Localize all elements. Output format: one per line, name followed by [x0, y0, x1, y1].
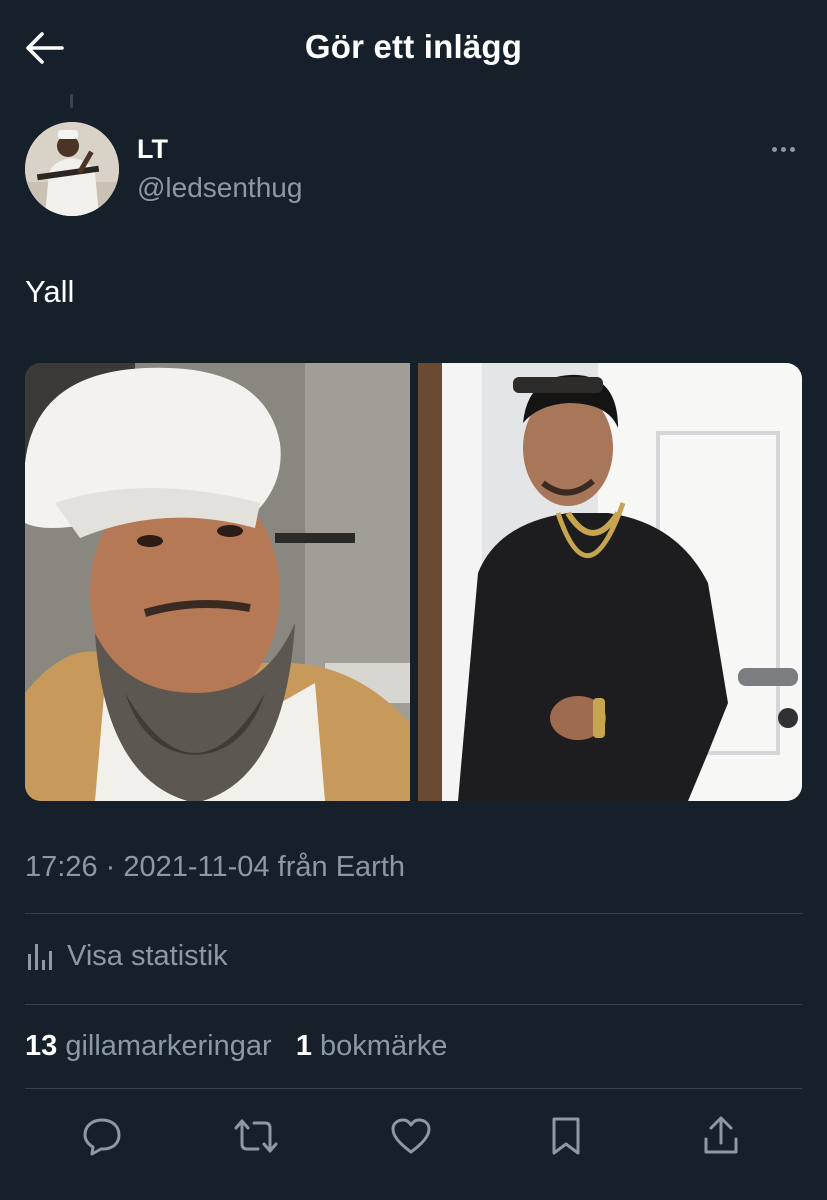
author-name[interactable]: LT [137, 134, 168, 165]
likes-link[interactable]: 13 gillamarkeringar [25, 1030, 280, 1062]
view-statistics-button[interactable]: Visa statistik [25, 934, 228, 978]
more-options-button[interactable] [762, 136, 804, 162]
page-title: Gör ett inlägg [304, 28, 523, 65]
engagement-counts: 13 gillamarkeringar 1 bokmärke [25, 1030, 447, 1063]
media-photo-left[interactable] [25, 363, 410, 801]
thread-connector [70, 94, 73, 108]
bookmarks-label: bokmärke [320, 1030, 448, 1062]
meta-separator: · [105, 851, 116, 883]
avatar[interactable] [25, 122, 119, 216]
post-date[interactable]: 2021-11-04 [123, 851, 269, 883]
share-icon [704, 1116, 738, 1154]
post-source-prefix: från [277, 851, 328, 883]
post-text: Yall [25, 274, 75, 309]
like-button[interactable] [387, 1112, 435, 1160]
post-time: 17:26 [25, 851, 98, 883]
post-meta: 17:26 · 2021-11-04 från Earth [25, 851, 405, 884]
more-dot-icon [789, 146, 795, 152]
like-icon [391, 1118, 431, 1154]
author-handle[interactable]: @ledsenthug [137, 172, 302, 204]
media-photo-right[interactable] [418, 363, 802, 801]
analytics-icon [28, 944, 52, 970]
more-dot-icon [771, 146, 777, 152]
photo-right-image [418, 363, 802, 801]
retweet-button[interactable] [232, 1112, 280, 1160]
photo-left-image [25, 363, 410, 801]
divider [25, 913, 802, 914]
likes-label: gillamarkeringar [65, 1030, 272, 1062]
likes-count: 13 [25, 1030, 58, 1062]
more-dot-icon [780, 146, 786, 152]
bookmark-icon [552, 1117, 580, 1155]
divider [25, 1004, 802, 1005]
post-source: Earth [335, 851, 406, 883]
bookmark-button[interactable] [542, 1112, 590, 1160]
retweet-icon [234, 1119, 278, 1153]
media-grid [25, 363, 802, 801]
view-statistics-label: Visa statistik [67, 939, 228, 972]
divider [25, 1088, 802, 1089]
bookmarks-count: 1 [295, 1030, 312, 1062]
reply-icon [83, 1118, 121, 1156]
share-button[interactable] [697, 1112, 745, 1160]
bookmarks-link[interactable]: 1 bokmärke [296, 1030, 448, 1062]
top-bar: Gör ett inlägg [0, 0, 827, 96]
reply-button[interactable] [78, 1112, 126, 1160]
